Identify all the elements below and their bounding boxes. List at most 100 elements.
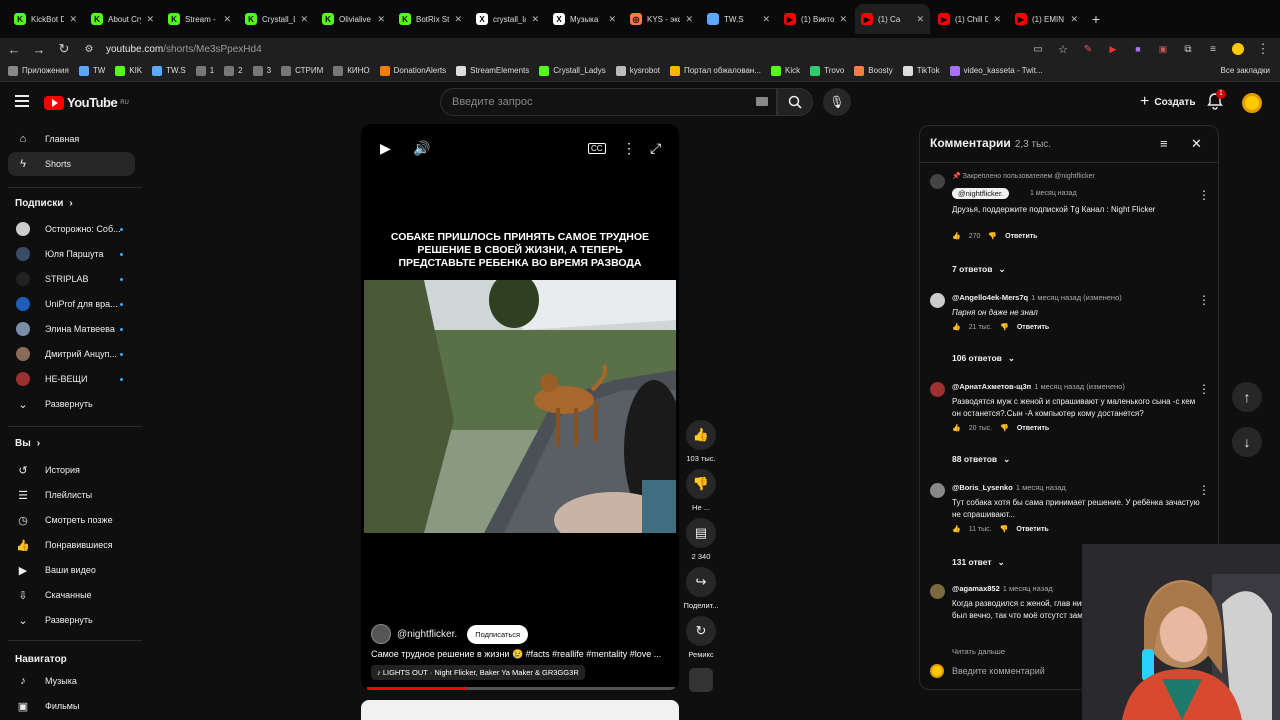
bookmark-item[interactable]: Trovo xyxy=(810,65,844,76)
browser-tab[interactable]: ▶ (1) Викто ✕ xyxy=(778,4,853,34)
replies-toggle[interactable]: 7 ответов ⌄ xyxy=(952,264,1006,275)
youtube-logo[interactable]: YouTube RU xyxy=(44,95,129,110)
channel-name[interactable]: @nightflicker. xyxy=(397,629,457,640)
comment-menu-icon[interactable]: ⋮ xyxy=(1198,382,1210,396)
reply-button[interactable]: Ответить xyxy=(1017,425,1049,432)
like-action[interactable]: 👍 103 тыс. xyxy=(681,420,721,463)
subscription-item[interactable]: STRIPLAB xyxy=(8,267,135,291)
sort-icon[interactable]: ≡ xyxy=(1160,136,1168,151)
browser-tab[interactable]: Xcrystall_la ✕ xyxy=(470,4,545,34)
comment-dislike-icon[interactable]: 👎 xyxy=(1000,525,1009,533)
extensions-icon[interactable]: ⧉ xyxy=(1177,38,1199,60)
browser-tab[interactable]: ▶ (1) EMIN ✕ xyxy=(1009,4,1084,34)
new-tab-button[interactable]: + xyxy=(1086,4,1106,34)
comment-menu-icon[interactable]: ⋮ xyxy=(1198,293,1210,307)
sidebar-item[interactable]: ▣ Фильмы xyxy=(8,694,135,718)
comments-action[interactable]: ▤ 2 340 xyxy=(681,518,721,561)
comment-like-icon[interactable]: 👍 xyxy=(952,525,961,533)
tab-close-icon[interactable]: ✕ xyxy=(146,14,154,25)
commenter-avatar[interactable] xyxy=(930,382,945,397)
comment-dislike-icon[interactable]: 👎 xyxy=(1000,323,1009,331)
replies-toggle[interactable]: 131 ответ ⌄ xyxy=(952,557,1005,568)
commenter-avatar[interactable] xyxy=(930,584,945,599)
sound-thumbnail[interactable] xyxy=(681,668,721,692)
you-heading[interactable]: Вы › xyxy=(15,438,40,449)
tab-close-icon[interactable]: ✕ xyxy=(223,14,231,25)
reply-button[interactable]: Ответить xyxy=(1016,526,1048,533)
search-input[interactable]: Введите запрос xyxy=(440,88,777,116)
sidebar-item[interactable]: ▶ Ваши видео xyxy=(8,558,135,582)
browser-tab[interactable]: K KickBot D ✕ xyxy=(8,4,83,34)
browser-menu-icon[interactable]: ⋮ xyxy=(1252,38,1274,60)
bookmark-star-icon[interactable]: ☆ xyxy=(1052,38,1074,60)
bookmark-item[interactable]: Kick xyxy=(771,65,800,76)
channel-avatar[interactable] xyxy=(371,624,391,644)
reply-button[interactable]: Ответить xyxy=(1005,233,1037,240)
comment-author[interactable]: @agamax852 xyxy=(952,584,1000,593)
remix-action[interactable]: ↻ Ремикс xyxy=(681,616,721,659)
comment-author[interactable]: @Boris_Lysenko xyxy=(952,483,1013,492)
reload-icon[interactable]: ↻ xyxy=(53,38,75,60)
extension-box-icon[interactable]: ▣ xyxy=(1152,38,1174,60)
comment-like-icon[interactable]: 👍 xyxy=(952,323,961,331)
comment-dislike-icon[interactable]: 👎 xyxy=(988,232,997,240)
mic-button[interactable]: 🎙 xyxy=(823,88,851,116)
fullscreen-icon[interactable]: ⤢ xyxy=(650,140,661,157)
subscription-item[interactable]: Дмитрий Анцуп... xyxy=(8,342,135,366)
author-handle-chip[interactable]: @nightflicker. xyxy=(952,188,1010,199)
bookmark-item[interactable]: 3 xyxy=(252,65,271,76)
share-action[interactable]: ↪ Поделит... xyxy=(681,567,721,610)
browser-tab[interactable]: K BotRix Stre ✕ xyxy=(393,4,468,34)
comment-author[interactable]: @Angello4ek-Mers7q xyxy=(952,293,1028,302)
bookmark-item[interactable]: Портал обжалован... xyxy=(669,65,761,76)
comment-author[interactable]: @АрнатАхметов-щ3п xyxy=(952,382,1031,391)
all-bookmarks[interactable]: Все закладки xyxy=(1221,66,1270,75)
sidebar-item[interactable]: ⌂ Главная xyxy=(8,127,135,151)
media-icon[interactable]: ≡ xyxy=(1202,38,1224,60)
progress-bar[interactable] xyxy=(367,687,675,690)
keyboard-icon[interactable] xyxy=(756,97,768,106)
subscribe-button[interactable]: Подписаться xyxy=(467,624,529,644)
browser-tab[interactable]: ▶ (1) Chill D ✕ xyxy=(932,4,1007,34)
subscription-item[interactable]: Юля Паршута xyxy=(8,242,135,266)
site-info-icon[interactable]: ⚙ xyxy=(78,38,100,60)
bookmark-item[interactable]: 1 xyxy=(195,65,214,76)
previous-short-button[interactable]: ↑ xyxy=(1232,382,1262,412)
extension-icon[interactable]: ✎ xyxy=(1077,38,1099,60)
volume-icon[interactable]: 🔊 xyxy=(413,140,430,157)
commenter-avatar[interactable] xyxy=(930,293,945,308)
profile-icon[interactable] xyxy=(1227,38,1249,60)
sidebar-item[interactable]: ⇩ Скачанные xyxy=(8,583,135,607)
comment-dislike-icon[interactable]: 👎 xyxy=(1000,424,1009,432)
shorts-player[interactable]: ▶ 🔊 CC ⋮ ⤢ СОБАКЕ ПРИШЛОСЬ ПРИНЯТЬ САМОЕ… xyxy=(361,124,679,690)
extension-yt-icon[interactable]: ▶ xyxy=(1102,38,1124,60)
browser-tab[interactable]: ◎ KYS - экс ✕ xyxy=(624,4,699,34)
subscriptions-heading[interactable]: Подписки › xyxy=(15,198,73,209)
tab-close-icon[interactable]: ✕ xyxy=(685,14,693,25)
bookmark-item[interactable]: Crystall_Ladys xyxy=(539,65,606,76)
browser-tab[interactable]: X Музыка ✕ xyxy=(547,4,622,34)
browser-tab[interactable]: TW.S ✕ xyxy=(701,4,776,34)
tab-close-icon[interactable]: ✕ xyxy=(916,14,924,25)
tab-close-icon[interactable]: ✕ xyxy=(1070,14,1078,25)
bookmark-item[interactable]: video_kasseta - Twit... xyxy=(949,65,1043,76)
short-title[interactable]: Самое трудное решение в жизни 😢 #facts #… xyxy=(371,649,661,660)
browser-tab[interactable]: ▶ (1) Са ✕ xyxy=(855,4,930,34)
bookmark-item[interactable]: kysrobot xyxy=(615,65,660,76)
comment-menu-icon[interactable]: ⋮ xyxy=(1198,188,1210,202)
bookmark-item[interactable]: StreamElements xyxy=(456,65,529,76)
replies-toggle[interactable]: 88 ответов ⌄ xyxy=(952,454,1010,465)
subscription-item[interactable]: Осторожно: Соб... xyxy=(8,217,135,241)
url-field[interactable]: youtube.com/shorts/Me3sPpexHd4 xyxy=(106,44,1024,55)
tab-close-icon[interactable]: ✕ xyxy=(608,14,616,25)
tab-close-icon[interactable]: ✕ xyxy=(454,14,462,25)
bookmark-item[interactable]: TikTok xyxy=(902,65,940,76)
back-icon[interactable]: ← xyxy=(3,38,25,60)
commenter-avatar[interactable] xyxy=(930,483,945,498)
reply-button[interactable]: Ответить xyxy=(1017,324,1049,331)
next-short-button[interactable]: ↓ xyxy=(1232,427,1262,457)
comment-like-icon[interactable]: 👍 xyxy=(952,232,961,240)
tab-close-icon[interactable]: ✕ xyxy=(762,14,770,25)
tab-close-icon[interactable]: ✕ xyxy=(531,14,539,25)
bookmark-item[interactable]: KIK xyxy=(115,65,142,76)
